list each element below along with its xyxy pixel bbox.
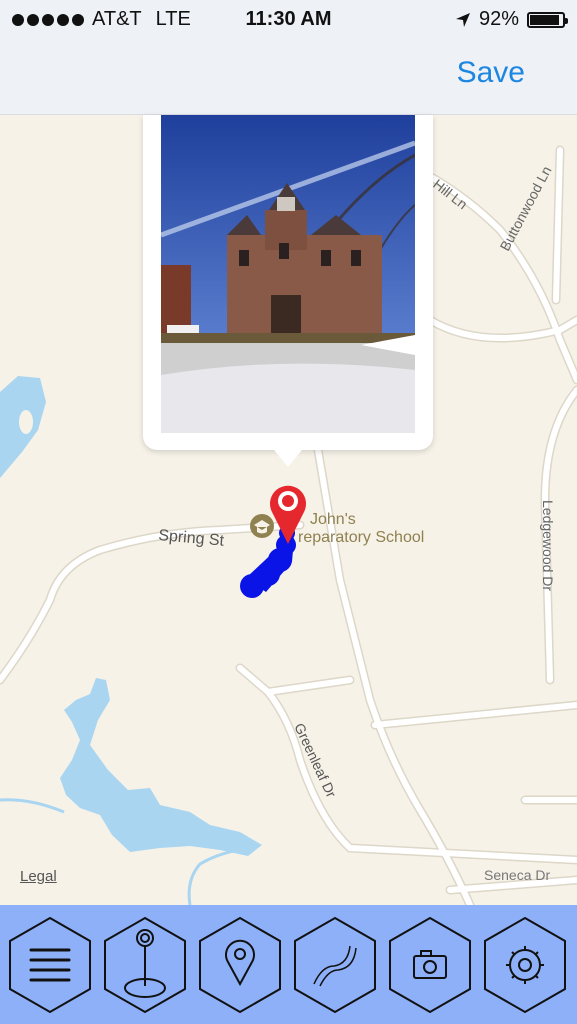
route-icon <box>313 945 357 987</box>
camera-button[interactable] <box>387 916 473 1014</box>
save-button[interactable]: Save <box>457 56 525 90</box>
gear-icon <box>506 946 544 984</box>
location-photo[interactable] <box>161 115 415 433</box>
pond-island <box>19 410 33 434</box>
photo-callout[interactable] <box>143 115 433 467</box>
camera-icon <box>413 950 447 979</box>
battery-percent: 92% <box>478 8 519 30</box>
street-label-seneca: Seneca Dr <box>484 867 550 883</box>
carrier-label: AT&T <box>92 8 142 30</box>
poi-label-line2: reparatory School <box>298 529 424 546</box>
settings-button[interactable] <box>482 916 568 1014</box>
location-arrow-icon <box>455 12 470 27</box>
callout-tail <box>270 445 306 467</box>
street-label-ledgewood: Ledgewood Dr <box>540 500 556 591</box>
battery-fill <box>530 14 560 25</box>
location-pin-icon <box>225 939 255 987</box>
battery-icon <box>527 11 568 28</box>
nav-bar: Save <box>0 38 577 115</box>
location-button[interactable] <box>197 916 283 1014</box>
poi-label-line1: John's <box>310 511 356 528</box>
photo-image <box>161 115 415 433</box>
pin-stand-icon <box>124 929 166 998</box>
network-type: LTE <box>155 8 191 30</box>
waypoint-button[interactable] <box>102 916 188 1014</box>
route-button[interactable] <box>292 916 378 1014</box>
status-left: AT&T LTE <box>12 8 191 31</box>
menu-icon <box>29 948 71 982</box>
status-right: 92% <box>455 8 568 31</box>
school-icon[interactable] <box>250 514 274 538</box>
menu-button[interactable] <box>7 916 93 1014</box>
status-bar: AT&T LTE 11:30 AM 92% <box>0 0 577 38</box>
legal-link[interactable]: Legal <box>20 868 57 885</box>
signal-strength-icon <box>12 13 84 26</box>
bottom-toolbar <box>0 905 577 1024</box>
